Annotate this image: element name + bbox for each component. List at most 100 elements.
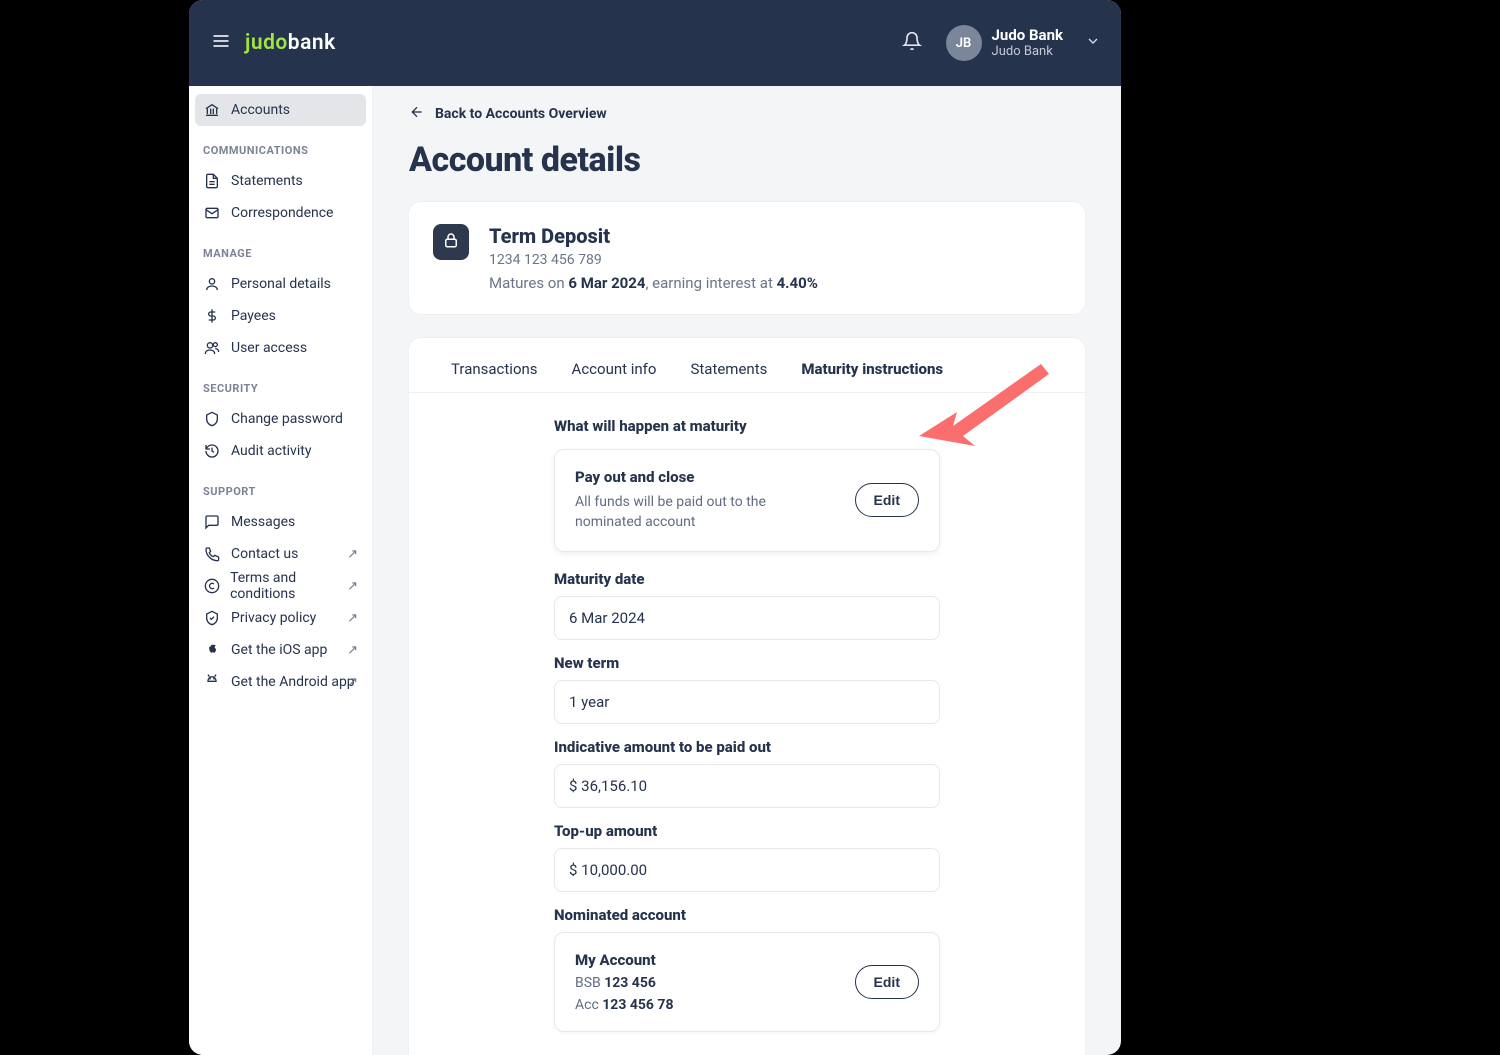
chevron-down-icon: [1085, 33, 1101, 53]
lock-tile: [433, 224, 469, 260]
sidebar-heading-support: SUPPORT: [195, 467, 366, 506]
back-label: Back to Accounts Overview: [435, 106, 607, 122]
person-icon: [203, 275, 221, 293]
sidebar-item-audit[interactable]: Audit activity: [195, 435, 366, 467]
sidebar-item-privacy[interactable]: Privacy policy ↗: [195, 602, 366, 634]
external-link-icon: ↗: [347, 611, 358, 626]
external-link-icon: ↗: [347, 547, 358, 562]
shield-check-icon: [203, 609, 221, 627]
nominated-bsb-line: BSB 123 456: [575, 975, 835, 991]
app-header: judobank JB Judo Bank Judo Bank: [189, 0, 1121, 86]
user-menu-toggle[interactable]: [1085, 33, 1101, 53]
dollar-icon: [203, 307, 221, 325]
tab-transactions[interactable]: Transactions: [451, 360, 538, 392]
sidebar-item-ios[interactable]: Get the iOS app ↗: [195, 634, 366, 666]
field-label-topup: Top-up amount: [554, 822, 940, 840]
hamburger-menu-button[interactable]: [201, 23, 241, 63]
sidebar-item-contact[interactable]: Contact us ↗: [195, 538, 366, 570]
phone-icon: [203, 545, 221, 563]
sidebar-item-android[interactable]: Get the Android app ↗: [195, 666, 366, 698]
sidebar-item-change-password[interactable]: Change password: [195, 403, 366, 435]
sidebar-heading-communications: COMMUNICATIONS: [195, 126, 366, 165]
tabs: Transactions Account info Statements Mat…: [409, 346, 1085, 393]
lock-icon: [442, 231, 460, 253]
main-content: Back to Accounts Overview Account detail…: [373, 86, 1121, 1055]
external-link-icon: ↗: [347, 643, 358, 658]
details-panel: Transactions Account info Statements Mat…: [409, 338, 1085, 1055]
nominated-account-name: My Account: [575, 951, 835, 969]
users-icon: [203, 339, 221, 357]
hamburger-icon: [211, 31, 231, 55]
account-maturity-line: Matures on 6 Mar 2024, earning interest …: [489, 274, 818, 292]
maturity-action-title: Pay out and close: [575, 468, 835, 486]
sidebar: Accounts COMMUNICATIONS Statements Corre…: [189, 86, 373, 1055]
maturity-date-value: 6 Mar 2024: [568, 274, 645, 292]
logo-part-bank: bank: [288, 31, 336, 55]
sidebar-item-accounts[interactable]: Accounts: [195, 94, 366, 126]
sidebar-item-payees[interactable]: Payees: [195, 300, 366, 332]
maturity-action-desc: All funds will be paid out to the nomina…: [575, 492, 835, 533]
sidebar-label-user-access: User access: [231, 340, 307, 356]
field-label-maturity-date: Maturity date: [554, 570, 940, 588]
user-org: Judo Bank: [992, 44, 1063, 60]
bank-icon: [203, 101, 221, 119]
field-label-nominated: Nominated account: [554, 906, 940, 924]
sidebar-label-accounts: Accounts: [231, 102, 290, 118]
sidebar-label-terms: Terms and conditions: [230, 570, 358, 602]
history-icon: [203, 442, 221, 460]
sidebar-item-user-access[interactable]: User access: [195, 332, 366, 364]
field-indicative: $ 36,156.10: [554, 764, 940, 808]
sidebar-heading-security: SECURITY: [195, 364, 366, 403]
sidebar-label-statements: Statements: [231, 173, 303, 189]
field-maturity-date: 6 Mar 2024: [554, 596, 940, 640]
logo: judobank: [245, 31, 336, 55]
account-number: 1234 123 456 789: [489, 252, 818, 268]
section-what-heading: What will happen at maturity: [554, 417, 940, 435]
android-icon: [203, 673, 221, 691]
sidebar-item-correspondence[interactable]: Correspondence: [195, 197, 366, 229]
copyright-icon: [203, 577, 220, 595]
sidebar-item-messages[interactable]: Messages: [195, 506, 366, 538]
external-link-icon: ↗: [347, 579, 358, 594]
back-to-overview-link[interactable]: Back to Accounts Overview: [409, 100, 1085, 128]
account-name: Term Deposit: [489, 224, 818, 248]
sidebar-label-audit: Audit activity: [231, 443, 311, 459]
sidebar-label-correspondence: Correspondence: [231, 205, 333, 221]
sidebar-label-personal: Personal details: [231, 276, 331, 292]
nominated-account-card: My Account BSB 123 456 Acc 123 456 78 Ed…: [554, 932, 940, 1032]
chat-icon: [203, 513, 221, 531]
logo-part-judo: judo: [245, 31, 288, 55]
notifications-button[interactable]: [892, 23, 932, 63]
app-window: judobank JB Judo Bank Judo Bank: [189, 0, 1121, 1055]
sidebar-item-terms[interactable]: Terms and conditions ↗: [195, 570, 366, 602]
sidebar-item-statements[interactable]: Statements: [195, 165, 366, 197]
field-new-term: 1 year: [554, 680, 940, 724]
sidebar-label-ios: Get the iOS app: [231, 642, 327, 658]
page-title: Account details: [409, 140, 1085, 180]
user-name: Judo Bank: [992, 26, 1063, 44]
shield-icon: [203, 410, 221, 428]
maturity-action-card: Pay out and close All funds will be paid…: [554, 449, 940, 552]
edit-maturity-button[interactable]: Edit: [855, 483, 919, 517]
sidebar-label-payees: Payees: [231, 308, 276, 324]
field-label-new-term: New term: [554, 654, 940, 672]
nominated-acc-line: Acc 123 456 78: [575, 997, 835, 1013]
sidebar-label-contact: Contact us: [231, 546, 298, 562]
field-label-indicative: Indicative amount to be paid out: [554, 738, 940, 756]
document-icon: [203, 172, 221, 190]
sidebar-label-change-password: Change password: [231, 411, 343, 427]
sidebar-label-privacy: Privacy policy: [231, 610, 316, 626]
user-block[interactable]: Judo Bank Judo Bank: [992, 26, 1063, 60]
apple-icon: [203, 641, 221, 659]
account-summary-card: Term Deposit 1234 123 456 789 Matures on…: [409, 202, 1085, 314]
interest-rate-value: 4.40%: [777, 274, 818, 292]
sidebar-heading-manage: MANAGE: [195, 229, 366, 268]
sidebar-label-messages: Messages: [231, 514, 295, 530]
tab-account-info[interactable]: Account info: [572, 360, 657, 392]
tab-maturity-instructions[interactable]: Maturity instructions: [801, 360, 943, 392]
sidebar-item-personal[interactable]: Personal details: [195, 268, 366, 300]
edit-nominated-button[interactable]: Edit: [855, 965, 919, 999]
avatar[interactable]: JB: [946, 25, 982, 61]
mail-icon: [203, 204, 221, 222]
tab-statements[interactable]: Statements: [690, 360, 767, 392]
